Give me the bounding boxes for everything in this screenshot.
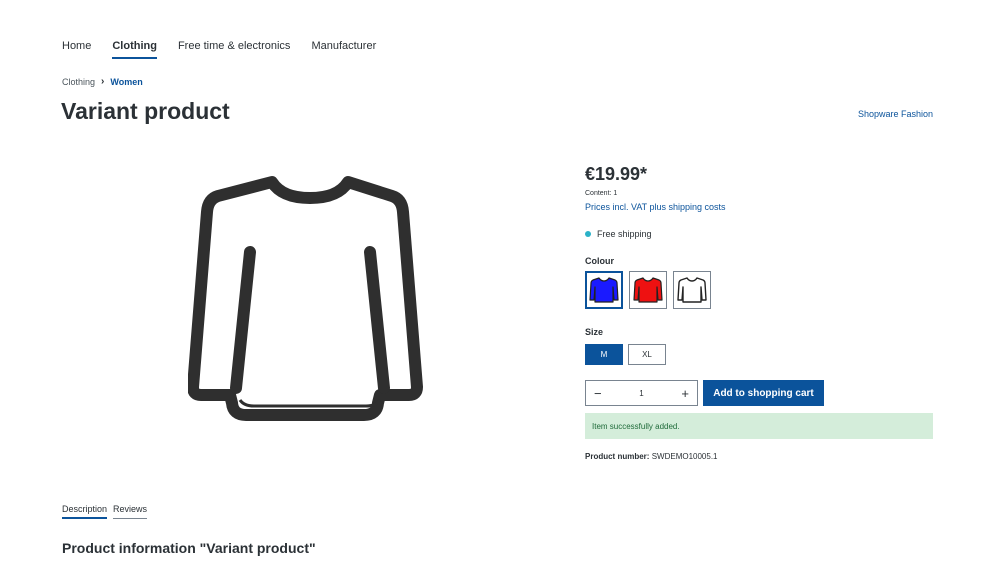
breadcrumb-item-clothing[interactable]: Clothing: [62, 76, 95, 88]
manufacturer-link[interactable]: Shopware Fashion: [858, 109, 933, 119]
nav-item-clothing[interactable]: Clothing: [112, 38, 157, 59]
product-information-title: Product information "Variant product": [62, 540, 316, 556]
tab-reviews[interactable]: Reviews: [113, 504, 148, 519]
product-number-label: Product number:: [585, 452, 650, 461]
buy-box: €19.99* Content: 1 Prices incl. VAT plus…: [585, 163, 933, 461]
long-sleeve-shirt-icon: [187, 176, 423, 421]
size-options: M XL: [585, 344, 666, 365]
red-shirt-icon: [633, 277, 663, 303]
quantity-input[interactable]: 1: [639, 389, 643, 398]
product-image[interactable]: [187, 170, 432, 428]
success-alert: Item successfully added.: [585, 413, 933, 439]
product-detail-tabs: Description Reviews: [62, 504, 148, 519]
delivery-label: Free shipping: [597, 229, 652, 239]
add-to-cart-button[interactable]: Add to shopping cart: [703, 380, 824, 406]
white-shirt-icon: [677, 277, 707, 303]
product-number: Product number: SWDEMO10005.1: [585, 452, 718, 461]
nav-item-manufacturer[interactable]: Manufacturer: [311, 38, 376, 59]
breadcrumb: Clothing › Women: [62, 76, 143, 88]
nav-item-free-time-electronics[interactable]: Free time & electronics: [178, 38, 290, 59]
colour-option-white[interactable]: [673, 271, 711, 309]
size-label: Size: [585, 327, 604, 337]
delivery-information: Free shipping: [585, 229, 933, 239]
size-option-m[interactable]: M: [585, 344, 623, 365]
quantity-decrease-button[interactable]: −: [594, 387, 602, 400]
page-title: Variant product: [61, 98, 230, 124]
quantity-stepper: − 1 +: [585, 380, 698, 406]
main-navigation: Home Clothing Free time & electronics Ma…: [62, 38, 397, 59]
delivery-status-dot-icon: [585, 231, 591, 237]
quantity-increase-button[interactable]: +: [681, 387, 689, 400]
product-content: Content: 1: [585, 190, 618, 197]
colour-options: [585, 271, 711, 309]
breadcrumb-item-women[interactable]: Women: [110, 76, 142, 88]
colour-label: Colour: [585, 256, 614, 266]
size-option-xl[interactable]: XL: [628, 344, 666, 365]
add-to-cart-row: − 1 + Add to shopping cart: [585, 380, 824, 406]
tab-description[interactable]: Description: [62, 504, 108, 519]
product-number-value: SWDEMO10005.1: [651, 452, 718, 461]
colour-option-blue[interactable]: [585, 271, 623, 309]
breadcrumb-separator-icon: ›: [101, 76, 105, 87]
blue-shirt-icon: [589, 277, 619, 303]
vat-shipping-link[interactable]: Prices incl. VAT plus shipping costs: [585, 202, 726, 212]
colour-option-red[interactable]: [629, 271, 667, 309]
product-price: €19.99*: [585, 164, 648, 184]
nav-item-home[interactable]: Home: [62, 38, 91, 59]
